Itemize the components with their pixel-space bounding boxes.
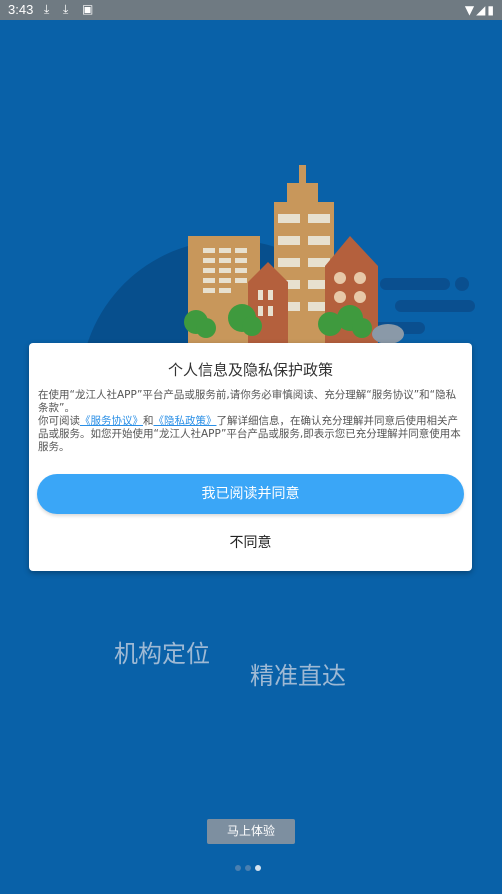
signal-icon: ◢ <box>476 3 488 17</box>
disagree-button[interactable]: 不同意 <box>29 529 472 557</box>
app-notification-icon: ▣ <box>82 2 94 16</box>
status-time: 3:43 <box>8 2 34 17</box>
download-icon: ⤓ <box>63 2 69 16</box>
download-icon: ⤓ <box>44 2 50 16</box>
para2-prefix: 你可阅读 <box>38 415 80 427</box>
para2-and: 和 <box>143 415 154 427</box>
agree-button[interactable]: 我已阅读并同意 <box>37 474 464 514</box>
dialog-paragraph-1: 在使用“龙江人社APP”平台产品或服务前,请你务必审慎阅读、充分理解“服务协议”… <box>38 389 457 414</box>
slogan-left: 机构定位 <box>114 640 210 668</box>
page-dot-2[interactable] <box>245 865 251 871</box>
privacy-policy-link[interactable]: 《隐私政策》 <box>154 415 217 427</box>
service-agreement-link[interactable]: 《服务协议》 <box>80 415 143 427</box>
privacy-policy-dialog: 个人信息及隐私保护政策 在使用“龙江人社APP”平台产品或服务前,请你务必审慎阅… <box>29 343 472 571</box>
wifi-icon: ▼ <box>464 3 477 17</box>
page-indicator <box>235 856 265 871</box>
road-curve <box>372 324 404 344</box>
dialog-title: 个人信息及隐私保护政策 <box>167 361 333 379</box>
dialog-body: 在使用“龙江人社APP”平台产品或服务前,请你务必审慎阅读、充分理解“服务协议”… <box>38 389 466 454</box>
page-dot-1[interactable] <box>235 865 241 871</box>
status-icons: ▼◢▮ <box>465 3 496 17</box>
status-bar: 3:43 ⤓ ⤓ ▣ ▼◢▮ <box>0 0 502 20</box>
try-now-button[interactable]: 马上体验 <box>207 819 295 844</box>
page-dot-3[interactable] <box>255 865 261 871</box>
battery-icon: ▮ <box>487 3 496 17</box>
slogan-right: 精准直达 <box>250 662 346 690</box>
dialog-paragraph-2: 你可阅读《服务协议》和《隐私政策》了解详细信息，在确认充分理解并同意后使用相关产… <box>38 415 466 454</box>
